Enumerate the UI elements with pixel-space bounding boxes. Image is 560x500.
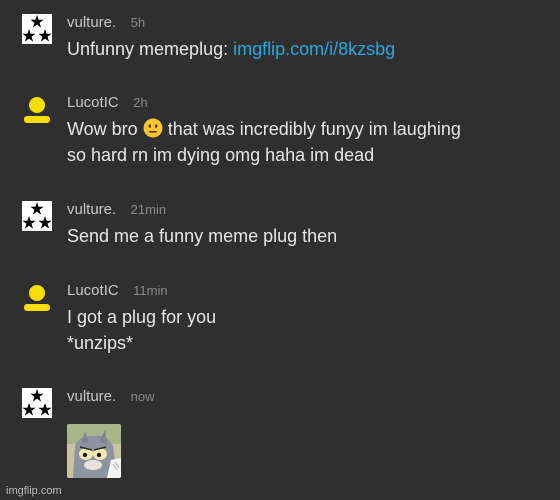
author-name[interactable]: LucotIC: [67, 282, 119, 299]
author-name[interactable]: LucotIC: [67, 94, 119, 111]
message-text: Wow bro that was incredibly funyy im lau…: [67, 118, 461, 165]
scared-tom-cat-meme-image[interactable]: [67, 424, 121, 478]
yellow-person-icon[interactable]: [22, 94, 52, 124]
author-name[interactable]: vulture.: [67, 14, 116, 31]
timestamp: 21min: [130, 202, 167, 217]
message-text: Unfunny memeplug: imgflip.com/i/8kzsbg: [67, 39, 396, 59]
three-stars-icon[interactable]: [22, 14, 52, 44]
imgflip-watermark: imgflip.com: [6, 485, 62, 497]
author-name[interactable]: vulture.: [67, 388, 116, 405]
message-text: I got a plug for you *unzips*: [67, 307, 217, 353]
neutral-face-emoji: [143, 118, 163, 138]
author-name[interactable]: vulture.: [67, 201, 116, 218]
three-stars-icon[interactable]: [22, 201, 52, 231]
timestamp: 2h: [133, 95, 148, 110]
message-text: Send me a funny meme plug then: [67, 226, 338, 246]
timestamp: 11min: [133, 283, 168, 298]
meme-link[interactable]: imgflip.com/i/8kzsbg: [233, 39, 395, 59]
timestamp: 5h: [130, 15, 146, 30]
timestamp: now: [130, 389, 155, 404]
three-stars-icon[interactable]: [22, 388, 52, 418]
yellow-person-icon[interactable]: [22, 282, 52, 312]
